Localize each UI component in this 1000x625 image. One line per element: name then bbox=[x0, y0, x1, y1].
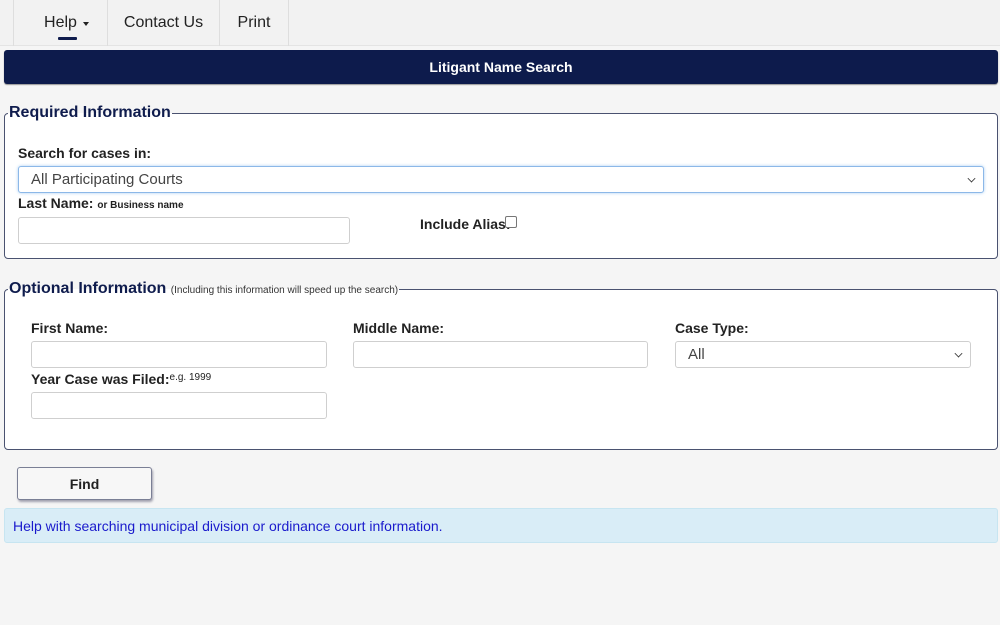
year-filed-label: Year Case was Filed:e.g. 1999 bbox=[31, 371, 211, 387]
court-select[interactable]: All Participating Courts bbox=[18, 166, 984, 193]
include-alias-label: Include Alias: bbox=[420, 216, 511, 232]
search-for-label: Search for cases in: bbox=[18, 145, 152, 161]
year-filed-label-text: Year Case was Filed: bbox=[31, 371, 170, 387]
last-name-hint: or Business name bbox=[97, 200, 184, 211]
find-button[interactable]: Find bbox=[17, 467, 152, 500]
last-name-input[interactable] bbox=[18, 217, 350, 244]
first-name-label: First Name: bbox=[31, 320, 109, 336]
nav-item-label: Print bbox=[237, 14, 271, 31]
case-type-value: All bbox=[688, 346, 705, 363]
court-select-value: All Participating Courts bbox=[31, 171, 183, 188]
nav-item-contact-us[interactable]: Contact Us bbox=[108, 0, 220, 46]
optional-information-legend: Optional Information (Including this inf… bbox=[8, 280, 399, 298]
chevron-down-icon bbox=[967, 174, 976, 183]
nav-item-label: Contact Us bbox=[123, 14, 204, 31]
top-navbar: g Help Contact Us Print bbox=[0, 0, 1000, 46]
case-type-label: Case Type: bbox=[675, 320, 749, 336]
legend-text: Required Information bbox=[9, 104, 171, 121]
chevron-down-icon bbox=[954, 349, 963, 358]
legend-text: Optional Information bbox=[9, 280, 167, 297]
active-nav-indicator bbox=[58, 37, 77, 40]
nav-item-truncated[interactable]: g bbox=[0, 0, 14, 46]
caret-down-icon bbox=[82, 22, 89, 26]
legend-hint: (Including this information will speed u… bbox=[170, 285, 399, 296]
include-alias-checkbox[interactable] bbox=[505, 216, 517, 228]
year-filed-input[interactable] bbox=[31, 392, 327, 419]
last-name-label: Last Name: or Business name bbox=[18, 195, 184, 211]
page-title: Litigant Name Search bbox=[4, 50, 998, 84]
case-type-select[interactable]: All bbox=[675, 341, 971, 368]
help-info-bar: Help with searching municipal division o… bbox=[4, 508, 998, 543]
middle-name-input[interactable] bbox=[353, 341, 648, 368]
required-information-legend: Required Information bbox=[8, 104, 172, 122]
middle-name-label: Middle Name: bbox=[353, 320, 445, 336]
help-link[interactable]: Help with searching municipal division o… bbox=[13, 518, 443, 534]
year-filed-hint: e.g. 1999 bbox=[169, 372, 212, 383]
last-name-label-text: Last Name: bbox=[18, 195, 94, 211]
nav-item-label: Help bbox=[44, 14, 77, 31]
first-name-input[interactable] bbox=[31, 341, 327, 368]
nav-item-label: g bbox=[0, 14, 1, 32]
nav-item-print[interactable]: Print bbox=[220, 0, 289, 46]
